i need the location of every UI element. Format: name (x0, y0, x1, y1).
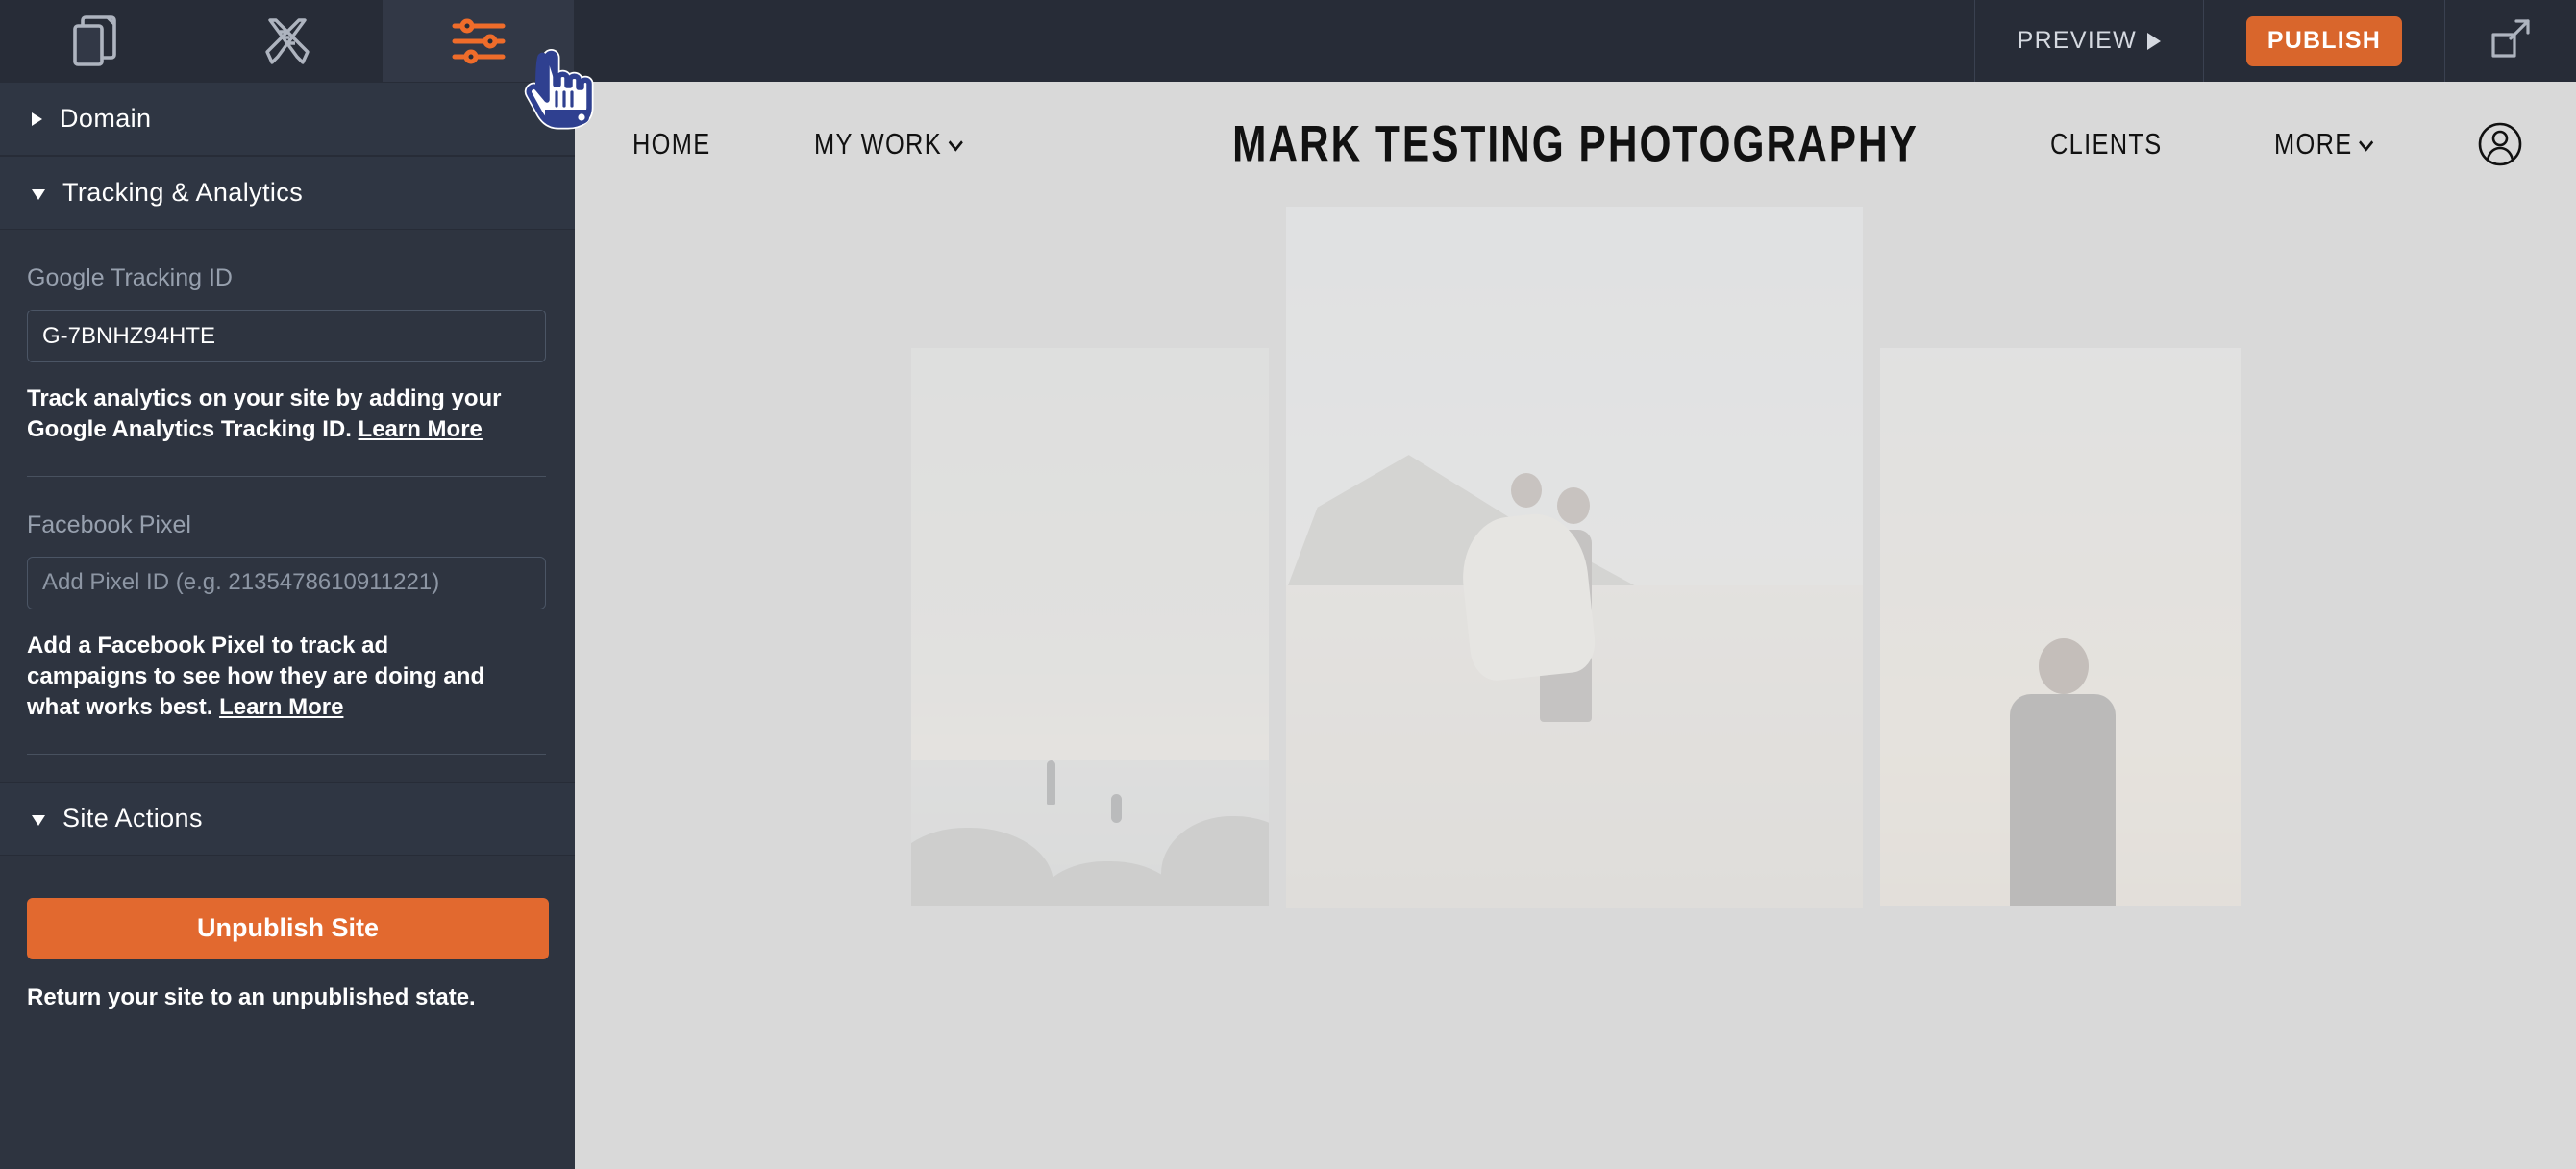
preview-button[interactable]: PREVIEW (2018, 27, 2161, 55)
gallery-item-couple-carried[interactable] (1285, 207, 1863, 908)
site-nav-right: CLIENTS MORE (2050, 121, 2523, 167)
photo-scene-b (1285, 207, 1863, 908)
facebook-pixel-input[interactable] (27, 556, 546, 609)
gallery-item-beach-proposal[interactable] (910, 348, 1269, 906)
google-tracking-label: Google Tracking ID (27, 264, 233, 291)
design-tools-icon (260, 14, 314, 68)
google-tracking-field-group: Google Tracking ID Track analytics on yo… (27, 230, 548, 445)
photo-scene-a (910, 348, 1269, 906)
person-body-shape (2009, 693, 2116, 906)
sidebar-tab-strip (0, 0, 575, 82)
section-header-site-actions[interactable]: Site Actions (0, 781, 575, 856)
publish-cell[interactable]: PUBLISH (2203, 0, 2444, 82)
top-bar-spacer (575, 0, 1974, 82)
chevron-down-icon-my-work (949, 133, 964, 152)
expand-arrow-icon (2488, 15, 2534, 66)
figure-kneeling (1110, 794, 1122, 823)
photo-gallery (575, 207, 2576, 1169)
unpublish-note: Return your site to an unpublished state… (27, 983, 476, 1010)
editor-window: Domain Tracking & Analytics Google Track… (0, 0, 2576, 1169)
photo-scene-c (1879, 348, 2241, 906)
section-divider-bottom (27, 753, 546, 755)
site-title: MARK TESTING PHOTOGRAPHY (1232, 115, 1919, 173)
site-navigation: HOME MY WORK MARK TESTING PHOTOGRAPHY CL… (575, 82, 2576, 207)
nav-link-clients[interactable]: CLIENTS (2050, 127, 2163, 162)
tab-pages[interactable] (0, 0, 191, 82)
facebook-pixel-help: Add a Facebook Pixel to track ad campaig… (27, 631, 508, 723)
section-title-tracking: Tracking & Analytics (62, 178, 304, 207)
site-preview-canvas: HOME MY WORK MARK TESTING PHOTOGRAPHY CL… (575, 82, 2576, 1169)
settings-scroll-body: Domain Tracking & Analytics Google Track… (0, 82, 575, 1169)
section-header-domain[interactable]: Domain (0, 82, 575, 156)
tab-settings[interactable] (383, 0, 574, 82)
nav-link-home[interactable]: HOME (632, 127, 711, 162)
chevron-right-icon (32, 112, 42, 126)
nav-link-home-label: HOME (632, 127, 711, 161)
nav-link-more-label: MORE (2273, 127, 2353, 161)
preview-area: PREVIEW PUBLISH HOME MY WORK MARK TESTIN… (575, 0, 2576, 1169)
facebook-learn-more-link[interactable]: Learn More (219, 694, 343, 720)
site-nav-left: HOME MY WORK (632, 127, 992, 162)
section-title-domain: Domain (60, 104, 152, 133)
nav-link-my-work-label: MY WORK (814, 127, 943, 161)
section-title-site-actions: Site Actions (62, 803, 203, 833)
chevron-down-icon-more (2359, 133, 2374, 152)
publish-button[interactable]: PUBLISH (2246, 15, 2402, 66)
chevron-down-icon-site-actions (32, 814, 45, 826)
person-head-shape (2038, 637, 2089, 694)
tracking-section-content: Google Tracking ID Track analytics on yo… (0, 230, 575, 755)
user-account-icon[interactable] (2477, 121, 2523, 167)
google-learn-more-link[interactable]: Learn More (359, 416, 483, 442)
facebook-pixel-field-group: Facebook Pixel Add a Facebook Pixel to t… (27, 477, 548, 723)
site-actions-content: Unpublish Site Return your site to an un… (0, 856, 575, 1011)
expand-cell[interactable] (2444, 0, 2576, 82)
preview-button-label: PREVIEW (2017, 27, 2137, 54)
nav-link-clients-label: CLIENTS (2050, 127, 2164, 161)
figure-standing (1046, 760, 1055, 806)
nav-link-my-work[interactable]: MY WORK (814, 127, 964, 162)
google-tracking-help: Track analytics on your site by adding y… (27, 384, 508, 445)
facebook-pixel-label: Facebook Pixel (27, 510, 191, 538)
section-header-tracking[interactable]: Tracking & Analytics (0, 156, 575, 230)
pages-icon (71, 14, 121, 68)
settings-sidebar: Domain Tracking & Analytics Google Track… (0, 0, 575, 1169)
unpublish-site-button[interactable]: Unpublish Site (27, 897, 549, 959)
person-head-shape-2 (1510, 473, 1542, 509)
sliders-icon (451, 17, 507, 65)
chevron-down-icon (32, 189, 45, 200)
editor-top-bar: PREVIEW PUBLISH (575, 0, 2576, 82)
tab-design[interactable] (191, 0, 383, 82)
google-tracking-input[interactable] (27, 310, 546, 362)
gallery-item-man-portrait[interactable] (1879, 348, 2241, 906)
preview-cell[interactable]: PREVIEW (1973, 0, 2203, 82)
person-head-shape (1556, 487, 1590, 524)
play-triangle-icon (2147, 32, 2161, 50)
nav-link-more[interactable]: MORE (2273, 127, 2374, 162)
